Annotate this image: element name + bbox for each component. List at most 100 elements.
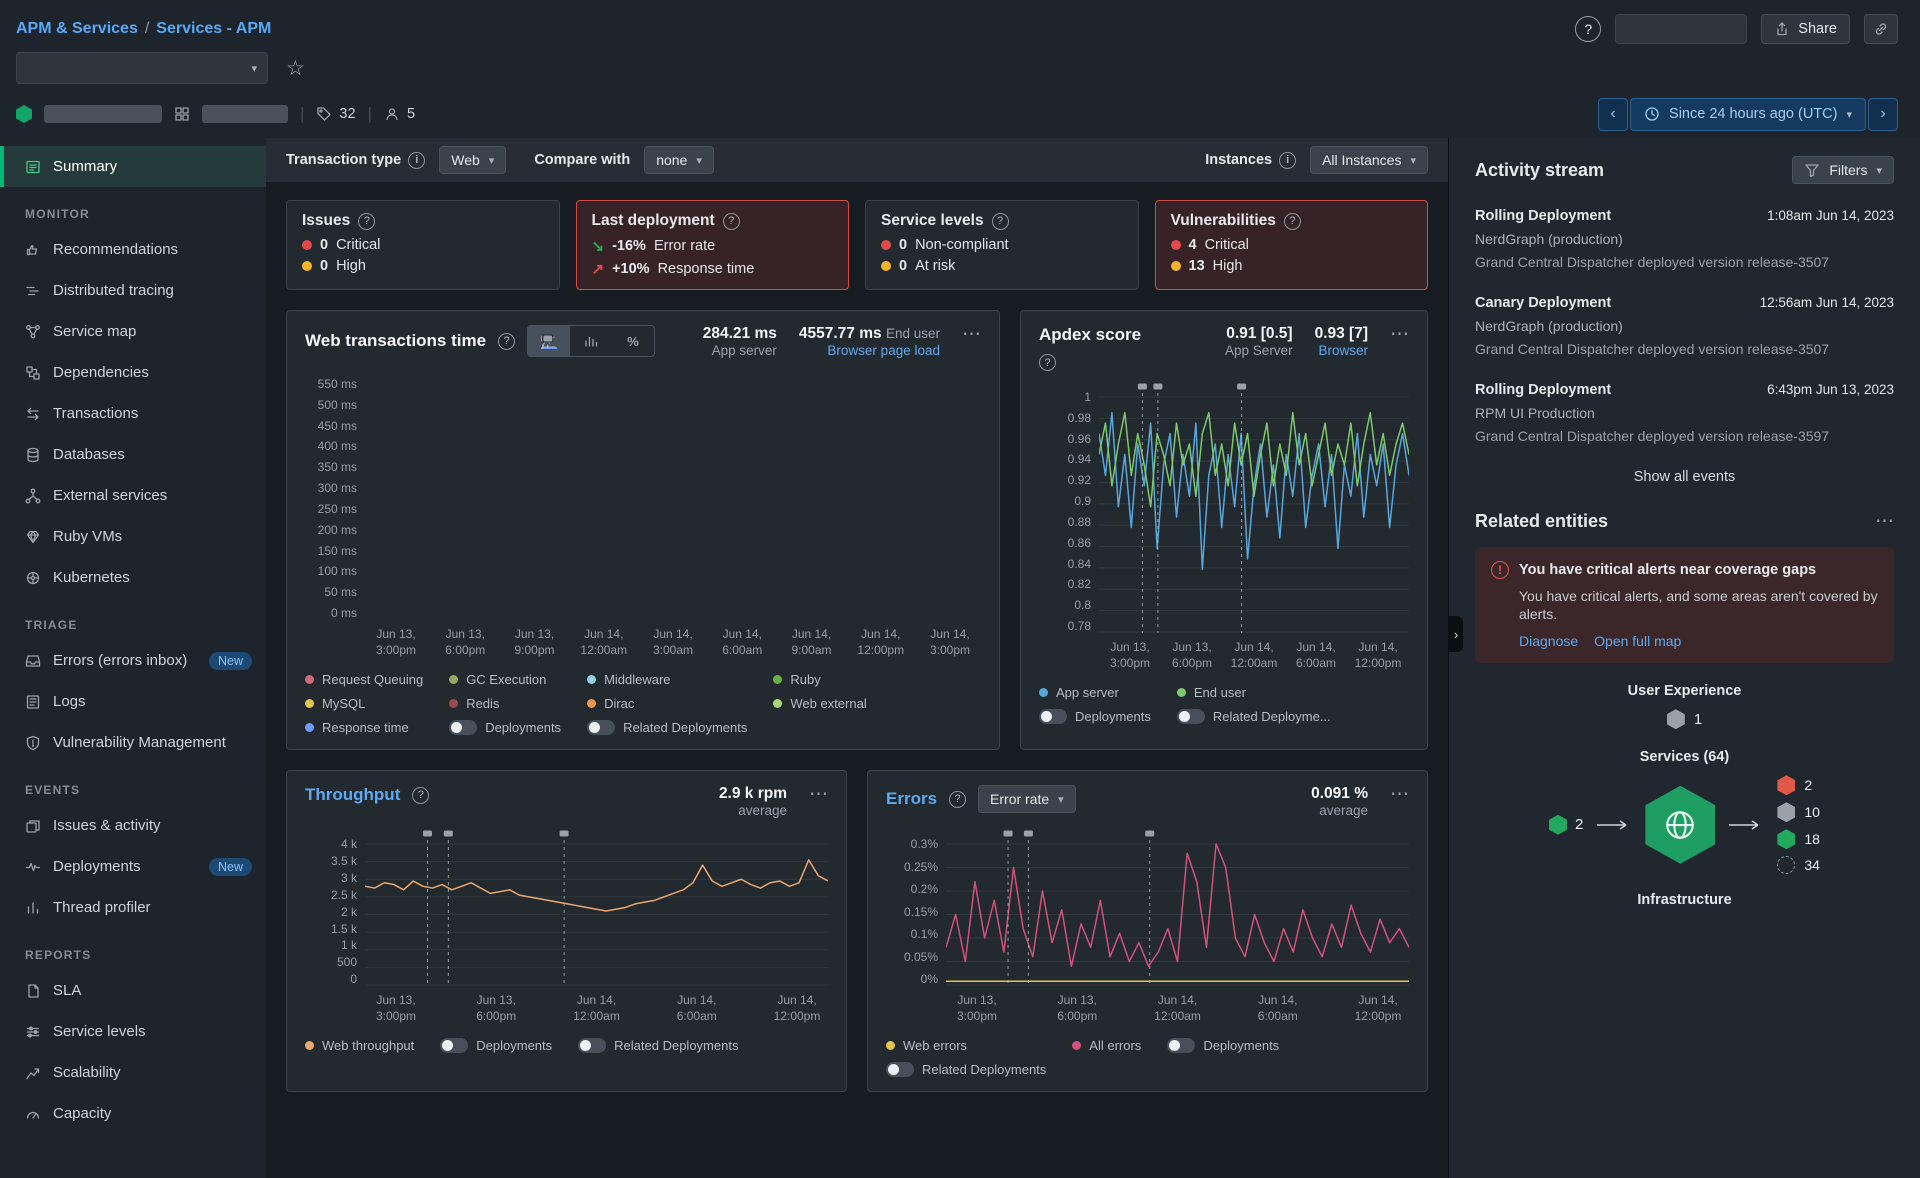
sidebar-item-scalability[interactable]: Scalability	[0, 1052, 266, 1093]
legend-item-middleware[interactable]: Middleware	[587, 672, 747, 687]
help-icon[interactable]: ?	[1284, 213, 1301, 230]
profiles-count[interactable]: 5	[384, 106, 415, 122]
bar-chart-toggle[interactable]	[570, 326, 612, 356]
legend-item-related-deployments[interactable]: Related Deployments	[587, 720, 747, 735]
card-menu-button[interactable]: ⋯	[1390, 325, 1409, 344]
sidebar-item-thread-profiler[interactable]: Thread profiler	[0, 887, 266, 928]
compare-with-dropdown[interactable]: none▾	[644, 146, 714, 174]
collapse-panel-handle[interactable]: ›	[1449, 616, 1463, 652]
time-forward-button[interactable]: ›	[1868, 98, 1898, 131]
card-menu-button[interactable]: ⋯	[962, 325, 981, 344]
activity-event[interactable]: Rolling Deployment1:08am Jun 14, 2023Ner…	[1475, 208, 1894, 272]
sidebar-item-databases[interactable]: Databases	[0, 434, 266, 475]
toggle-switch[interactable]	[1177, 709, 1205, 724]
sidebar-item-sla[interactable]: SLA	[0, 970, 266, 1011]
breadcrumb-services-apm[interactable]: Services - APM	[156, 20, 271, 37]
card-menu-button[interactable]: ⋯	[809, 785, 828, 804]
legend-item-end-user[interactable]: End user	[1177, 685, 1331, 700]
legend-item-redis[interactable]: Redis	[449, 696, 561, 711]
current-service-hexagon[interactable]	[1645, 786, 1715, 864]
legend-item-deployments[interactable]: Deployments	[440, 1038, 552, 1053]
legend-item-related-deployments[interactable]: Related Deployments	[578, 1038, 738, 1053]
related-entities-menu-button[interactable]: ⋯	[1875, 512, 1894, 531]
legend-item-related-deployments[interactable]: Related Deployments	[886, 1062, 1046, 1077]
chart-plot[interactable]	[946, 828, 1409, 986]
error-rate-dropdown[interactable]: Error rate▾	[978, 785, 1076, 813]
browser-page-load-link[interactable]: Browser page load	[799, 343, 940, 358]
kpi-card-last-deployment[interactable]: Last deployment?↘-16%Error rate↗+10%Resp…	[576, 200, 850, 290]
copy-link-button[interactable]	[1864, 14, 1898, 44]
open-full-map-link[interactable]: Open full map	[1594, 633, 1681, 649]
sidebar-item-deployments[interactable]: DeploymentsNew	[0, 846, 266, 887]
legend-item-deployments[interactable]: Deployments	[1039, 709, 1151, 724]
toggle-switch[interactable]	[440, 1038, 468, 1053]
sidebar-item-summary[interactable]: Summary	[0, 146, 266, 187]
sidebar-item-dependencies[interactable]: Dependencies	[0, 352, 266, 393]
activity-event[interactable]: Rolling Deployment6:43pm Jun 13, 2023RPM…	[1475, 382, 1894, 446]
time-range-dropdown[interactable]: Since 24 hours ago (UTC) ▾	[1630, 98, 1866, 131]
chart-plot[interactable]	[365, 368, 981, 620]
legend-item-web-throughput[interactable]: Web throughput	[305, 1038, 414, 1053]
help-icon[interactable]: ?	[949, 791, 966, 808]
legend-item-response-time[interactable]: Response time	[305, 720, 423, 735]
help-icon[interactable]: ?	[1039, 354, 1056, 371]
downstream-service-group[interactable]: 2	[1777, 775, 1820, 795]
filters-button[interactable]: Filters▾	[1792, 156, 1894, 184]
help-icon[interactable]: ?	[498, 333, 515, 350]
activity-event[interactable]: Canary Deployment12:56am Jun 14, 2023Ner…	[1475, 295, 1894, 359]
help-icon[interactable]: ?	[723, 213, 740, 230]
sidebar-item-vulnerability-management[interactable]: Vulnerability Management	[0, 722, 266, 763]
sidebar-item-ruby-vms[interactable]: Ruby VMs	[0, 516, 266, 557]
user-experience-node[interactable]: 1	[1475, 709, 1894, 729]
show-all-events-link[interactable]: Show all events	[1475, 469, 1894, 485]
breadcrumb-apm-services[interactable]: APM & Services	[16, 20, 138, 37]
sidebar-item-capacity[interactable]: Capacity	[0, 1093, 266, 1134]
toggle-switch[interactable]	[449, 720, 477, 735]
entity-picker-dropdown[interactable]: ▾	[16, 52, 268, 84]
kpi-card-vulnerabilities[interactable]: Vulnerabilities?4Critical13High	[1155, 200, 1429, 290]
sidebar-item-external-services[interactable]: External services	[0, 475, 266, 516]
downstream-service-group[interactable]: 34	[1777, 856, 1820, 874]
chart-title[interactable]: Throughput	[305, 785, 400, 805]
sidebar-item-kubernetes[interactable]: Kubernetes	[0, 557, 266, 598]
info-icon[interactable]: i	[408, 152, 425, 169]
sidebar-item-issues-activity[interactable]: Issues & activity	[0, 805, 266, 846]
help-icon[interactable]: ?	[412, 787, 429, 804]
legend-item-deployments[interactable]: Deployments	[1167, 1038, 1279, 1053]
legend-item-all-errors[interactable]: All errors	[1072, 1038, 1141, 1053]
sidebar-item-distributed-tracing[interactable]: Distributed tracing	[0, 270, 266, 311]
instances-dropdown[interactable]: All Instances▾	[1310, 146, 1428, 174]
help-button[interactable]: ?	[1575, 16, 1601, 42]
sidebar-item-service-levels[interactable]: Service levels	[0, 1011, 266, 1052]
toggle-switch[interactable]	[1039, 709, 1067, 724]
downstream-service-group[interactable]: 10	[1777, 802, 1820, 822]
legend-item-related-deployme-[interactable]: Related Deployme...	[1177, 709, 1331, 724]
diagnose-link[interactable]: Diagnose	[1519, 633, 1578, 649]
chart-title[interactable]: Errors	[886, 789, 937, 809]
legend-item-ruby[interactable]: Ruby	[773, 672, 866, 687]
legend-item-web-external[interactable]: Web external	[773, 696, 866, 711]
toggle-switch[interactable]	[886, 1062, 914, 1077]
transaction-type-dropdown[interactable]: Web▾	[439, 146, 506, 174]
favorite-star-icon[interactable]: ☆	[286, 56, 305, 81]
legend-item-dirac[interactable]: Dirac	[587, 696, 747, 711]
chart-plot[interactable]	[365, 828, 828, 986]
legend-item-deployments[interactable]: Deployments	[449, 720, 561, 735]
legend-item-web-errors[interactable]: Web errors	[886, 1038, 1046, 1053]
kpi-card-service-levels[interactable]: Service levels?0Non-compliant0At risk	[865, 200, 1139, 290]
downstream-service-group[interactable]: 18	[1777, 829, 1820, 849]
kpi-card-issues[interactable]: Issues?0Critical0High	[286, 200, 560, 290]
toggle-switch[interactable]	[1167, 1038, 1195, 1053]
sidebar-item-recommendations[interactable]: Recommendations	[0, 229, 266, 270]
legend-item-mysql[interactable]: MySQL	[305, 696, 423, 711]
browser-link[interactable]: Browser	[1315, 343, 1368, 358]
share-button[interactable]: Share	[1761, 14, 1850, 44]
sidebar-item-logs[interactable]: Logs	[0, 681, 266, 722]
card-menu-button[interactable]: ⋯	[1390, 785, 1409, 804]
tags-count[interactable]: 32	[316, 106, 355, 122]
help-icon[interactable]: ?	[992, 213, 1009, 230]
help-icon[interactable]: ?	[358, 213, 375, 230]
chart-plot[interactable]	[1099, 381, 1409, 633]
legend-item-app-server[interactable]: App server	[1039, 685, 1151, 700]
toggle-switch[interactable]	[578, 1038, 606, 1053]
